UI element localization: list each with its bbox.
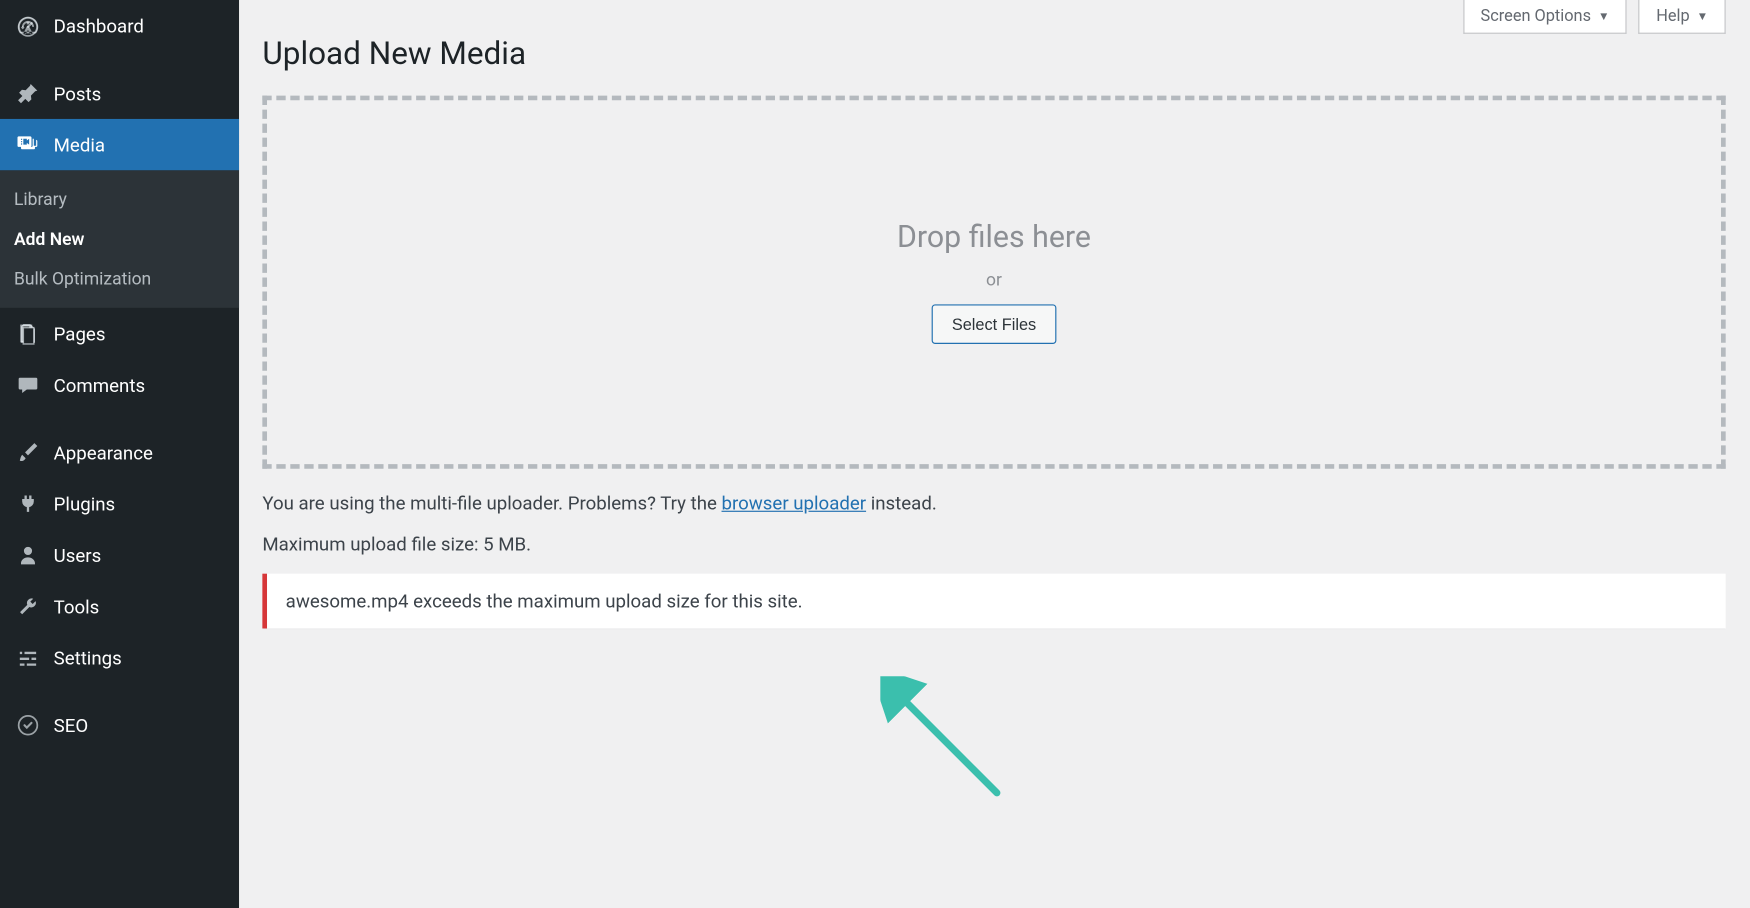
sidebar-item-tools[interactable]: Tools — [0, 581, 239, 632]
sidebar-item-label: Posts — [54, 82, 102, 104]
user-icon — [14, 541, 42, 569]
sidebar-item-seo[interactable]: SEO — [0, 700, 239, 751]
sidebar-item-label: Pages — [54, 322, 106, 344]
sidebar-item-pages[interactable]: Pages — [0, 308, 239, 359]
sidebar-item-settings[interactable]: Settings — [0, 632, 239, 683]
drop-files-text: Drop files here — [897, 220, 1091, 255]
sidebar-item-label: Comments — [54, 374, 145, 396]
sidebar-item-label: Tools — [54, 595, 100, 617]
page-icon — [14, 319, 42, 347]
screen-options-tab[interactable]: Screen Options ▼ — [1463, 0, 1627, 34]
sidebar-item-comments[interactable]: Comments — [0, 359, 239, 410]
sidebar-item-label: Users — [54, 544, 102, 566]
sidebar-item-plugins[interactable]: Plugins — [0, 478, 239, 529]
or-text: or — [986, 269, 1002, 290]
sidebar-item-label: Plugins — [54, 493, 116, 515]
wrench-icon — [14, 592, 42, 620]
main-content: Screen Options ▼ Help ▼ Upload New Media… — [239, 0, 1749, 908]
plug-icon — [14, 490, 42, 518]
upload-dropzone[interactable]: Drop files here or Select Files — [262, 96, 1725, 469]
media-icon — [14, 131, 42, 159]
browser-uploader-link[interactable]: browser uploader — [722, 492, 867, 514]
top-tabs: Screen Options ▼ Help ▼ — [1463, 0, 1726, 34]
annotation-arrow-icon — [880, 676, 1032, 816]
upload-error-message: awesome.mp4 exceeds the maximum upload s… — [262, 574, 1725, 629]
chevron-down-icon: ▼ — [1598, 10, 1610, 23]
sidebar-item-label: Appearance — [54, 441, 153, 463]
select-files-button[interactable]: Select Files — [932, 304, 1056, 344]
sliders-icon — [14, 644, 42, 672]
sidebar-item-label: SEO — [54, 714, 89, 736]
chevron-down-icon: ▼ — [1697, 10, 1709, 23]
sidebar-item-label: Dashboard — [54, 15, 144, 37]
admin-sidebar: Dashboard Posts Media Library Add New Bu… — [0, 0, 239, 908]
submenu-library[interactable]: Library — [0, 180, 239, 220]
sidebar-item-media[interactable]: Media — [0, 119, 239, 170]
pushpin-icon — [14, 79, 42, 107]
sidebar-item-posts[interactable]: Posts — [0, 68, 239, 119]
uploader-note: You are using the multi-file uploader. P… — [262, 492, 1725, 514]
sidebar-item-dashboard[interactable]: Dashboard — [0, 0, 239, 51]
sidebar-item-label: Settings — [54, 647, 122, 669]
seo-icon — [14, 711, 42, 739]
uploader-note-prefix: You are using the multi-file uploader. P… — [262, 492, 721, 514]
comment-icon — [14, 371, 42, 399]
submenu-bulk-optimization[interactable]: Bulk Optimization — [0, 259, 239, 299]
sidebar-item-appearance[interactable]: Appearance — [0, 427, 239, 478]
media-submenu: Library Add New Bulk Optimization — [0, 170, 239, 308]
help-label: Help — [1656, 7, 1689, 26]
dashboard-icon — [14, 12, 42, 40]
sidebar-item-users[interactable]: Users — [0, 529, 239, 580]
screen-options-label: Screen Options — [1481, 7, 1591, 26]
submenu-add-new[interactable]: Add New — [0, 219, 239, 259]
uploader-note-suffix: instead. — [866, 492, 937, 514]
max-upload-size-note: Maximum upload file size: 5 MB. — [262, 533, 1725, 555]
sidebar-item-label: Media — [54, 134, 105, 156]
brush-icon — [14, 438, 42, 466]
help-tab[interactable]: Help ▼ — [1639, 0, 1726, 34]
